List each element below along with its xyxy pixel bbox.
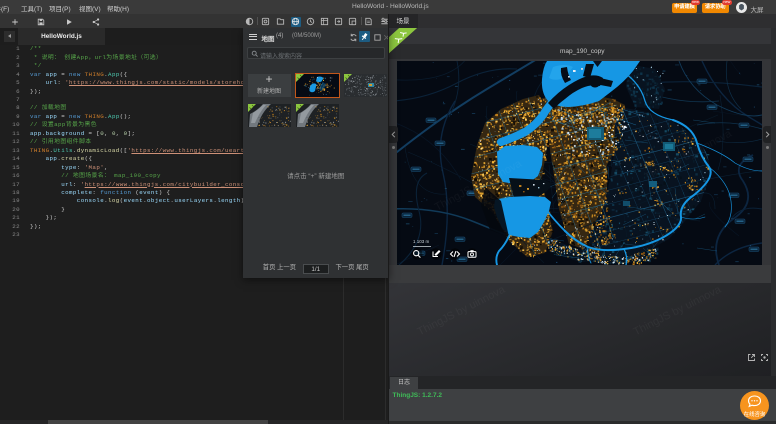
svg-text:1 103 m: 1 103 m: [413, 239, 430, 244]
